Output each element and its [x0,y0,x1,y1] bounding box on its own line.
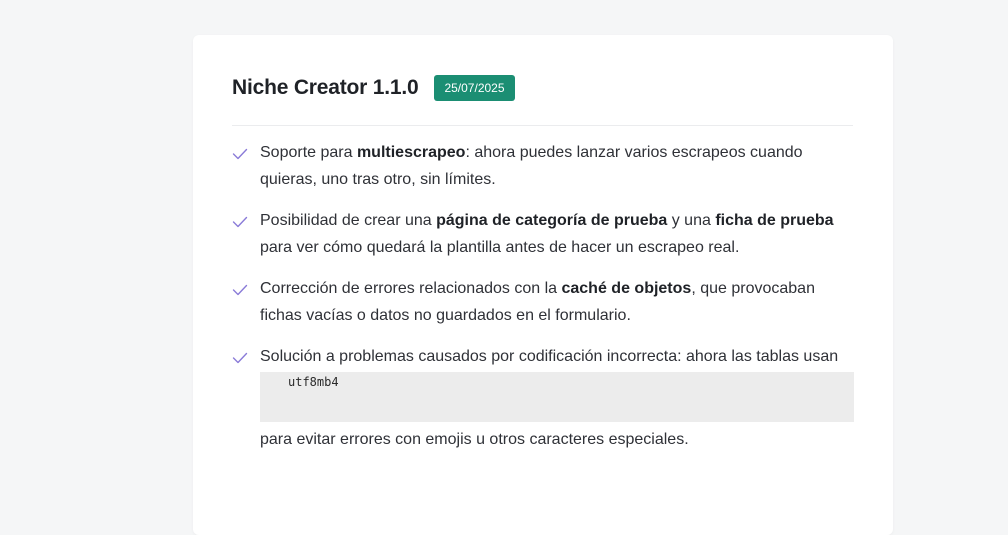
changelog-list: Soporte para multiescrapeo: ahora puedes… [232,139,854,467]
changelog-item: Solución a problemas causados por codifi… [232,343,854,453]
item-bold-text: ficha de prueba [715,212,834,229]
item-text: Solución a problemas causados por codifi… [260,348,839,365]
release-header: Niche Creator 1.1.0 25/07/2025 [232,75,515,101]
item-bold-text: página de categoría de prueba [436,212,668,229]
check-icon [232,352,248,364]
item-text: y una [667,212,716,229]
divider [232,125,853,126]
changelog-item: Soporte para multiescrapeo: ahora puedes… [232,139,854,193]
item-text: Corrección de errores relacionados con l… [260,280,562,297]
item-text: Posibilidad de crear una [260,212,437,229]
changelog-card: Niche Creator 1.1.0 25/07/2025 Soporte p… [193,35,893,535]
code-block: utf8mb4 [260,372,854,422]
changelog-item: Posibilidad de crear una página de categ… [232,207,854,261]
release-date-badge: 25/07/2025 [434,75,515,101]
item-text: para evitar errores con emojis u otros c… [260,431,689,448]
item-text: Soporte para [260,144,357,161]
release-title: Niche Creator 1.1.0 [232,76,419,99]
check-icon [232,284,248,296]
check-icon [232,216,248,228]
check-icon [232,148,248,160]
changelog-item: Corrección de errores relacionados con l… [232,275,854,329]
item-text: para ver cómo quedará la plantilla antes… [260,239,740,256]
item-bold-text: multiescrapeo [356,144,466,161]
item-bold-text: caché de objetos [561,280,692,297]
